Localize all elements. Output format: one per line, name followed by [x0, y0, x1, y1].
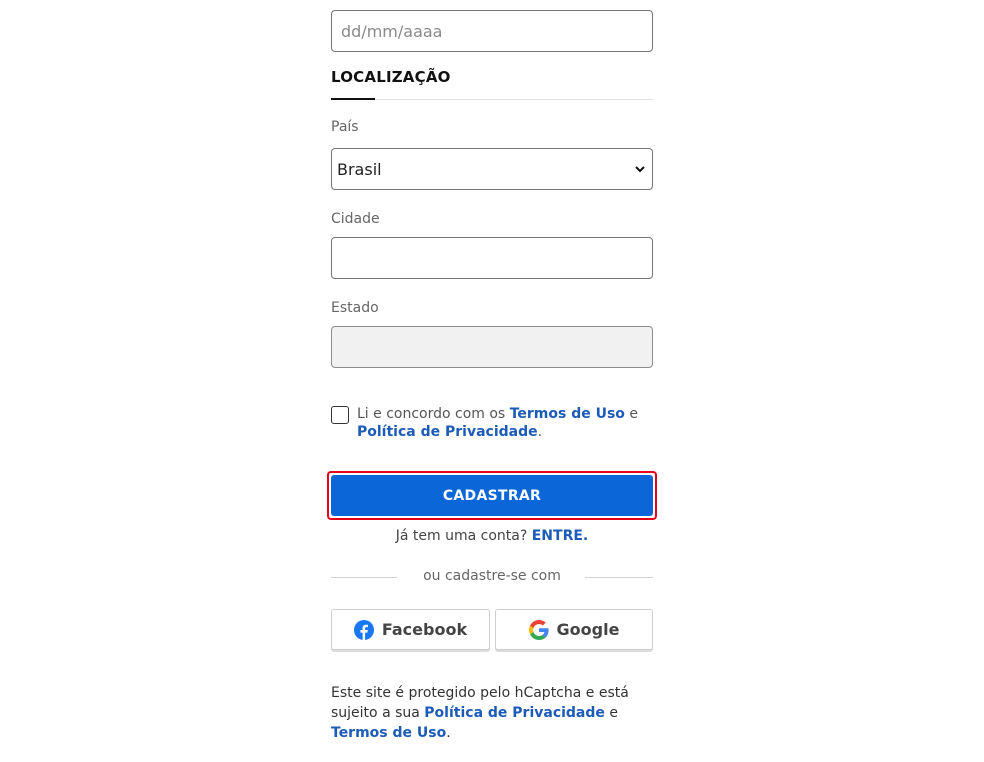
state-input[interactable] [331, 326, 653, 368]
hcaptcha-notice: Este site é protegido pelo hCaptcha e es… [331, 683, 653, 743]
google-icon [528, 619, 549, 640]
footer-text-after: . [446, 725, 451, 741]
chevron-down-icon [635, 166, 645, 173]
section-title-location: LOCALIZAÇÃO [331, 68, 451, 86]
state-label: Estado [331, 300, 379, 316]
facebook-login-button[interactable]: Facebook [331, 609, 490, 650]
city-input[interactable] [331, 237, 653, 279]
divider-line-right [585, 577, 653, 578]
register-button[interactable]: CADASTRAR [331, 475, 653, 516]
privacy-policy-link[interactable]: Política de Privacidade [357, 424, 538, 440]
terms-text-after: . [537, 424, 543, 440]
login-prompt: Já tem uma conta? ENTRE. [331, 528, 653, 544]
city-label: Cidade [331, 211, 380, 227]
section-divider-accent [331, 98, 375, 100]
terms-text-middle: e [624, 406, 638, 422]
terms-checkbox[interactable] [331, 406, 349, 424]
social-divider-text: ou cadastre-se com [423, 568, 561, 584]
terms-of-use-link[interactable]: Termos de Uso [510, 406, 625, 422]
facebook-label: Facebook [381, 620, 468, 639]
social-divider: ou cadastre-se com [331, 568, 653, 586]
google-label: Google [556, 620, 620, 639]
country-label: País [331, 119, 359, 135]
footer-text-middle: e [604, 705, 618, 721]
footer-terms-link[interactable]: Termos de Uso [331, 725, 446, 741]
country-select[interactable]: Brasil [331, 148, 653, 190]
login-question: Já tem uma conta? [395, 528, 528, 544]
terms-text-before: Li e concordo com os [357, 406, 510, 422]
google-login-button[interactable]: Google [495, 609, 653, 650]
login-link[interactable]: ENTRE. [532, 528, 589, 544]
country-select-value: Brasil [337, 159, 382, 179]
footer-privacy-link[interactable]: Política de Privacidade [424, 705, 605, 721]
facebook-icon [353, 619, 374, 640]
birth-date-input[interactable]: dd/mm/aaaa [331, 10, 653, 52]
section-divider [331, 99, 653, 100]
terms-text: Li e concordo com os Termos de Uso e Pol… [357, 405, 657, 441]
